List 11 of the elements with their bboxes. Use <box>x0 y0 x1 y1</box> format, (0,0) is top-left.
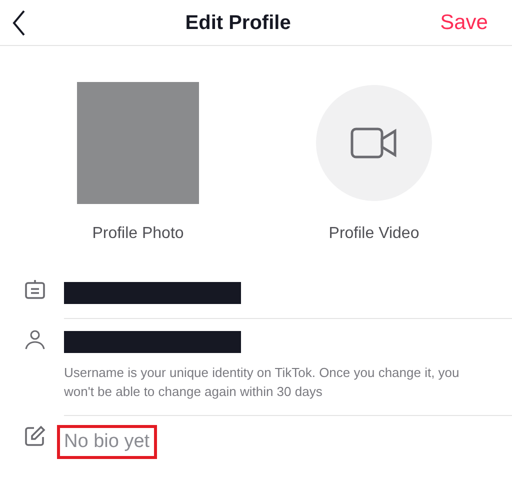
video-camera-icon <box>350 126 398 160</box>
page-title: Edit Profile <box>185 10 291 36</box>
media-label: Profile Photo <box>92 224 184 244</box>
id-card-icon <box>23 278 47 302</box>
back-icon <box>12 10 26 36</box>
username-hint: Username is your unique identity on TikTok. Once you change it, you won't be able to change again within 30 days <box>64 364 460 401</box>
save-button[interactable]: Save <box>440 6 500 38</box>
bio-field[interactable]: No bio yet <box>60 428 154 456</box>
edit-icon <box>23 424 47 448</box>
media-label: Profile Video <box>328 224 420 244</box>
person-icon <box>23 327 47 351</box>
